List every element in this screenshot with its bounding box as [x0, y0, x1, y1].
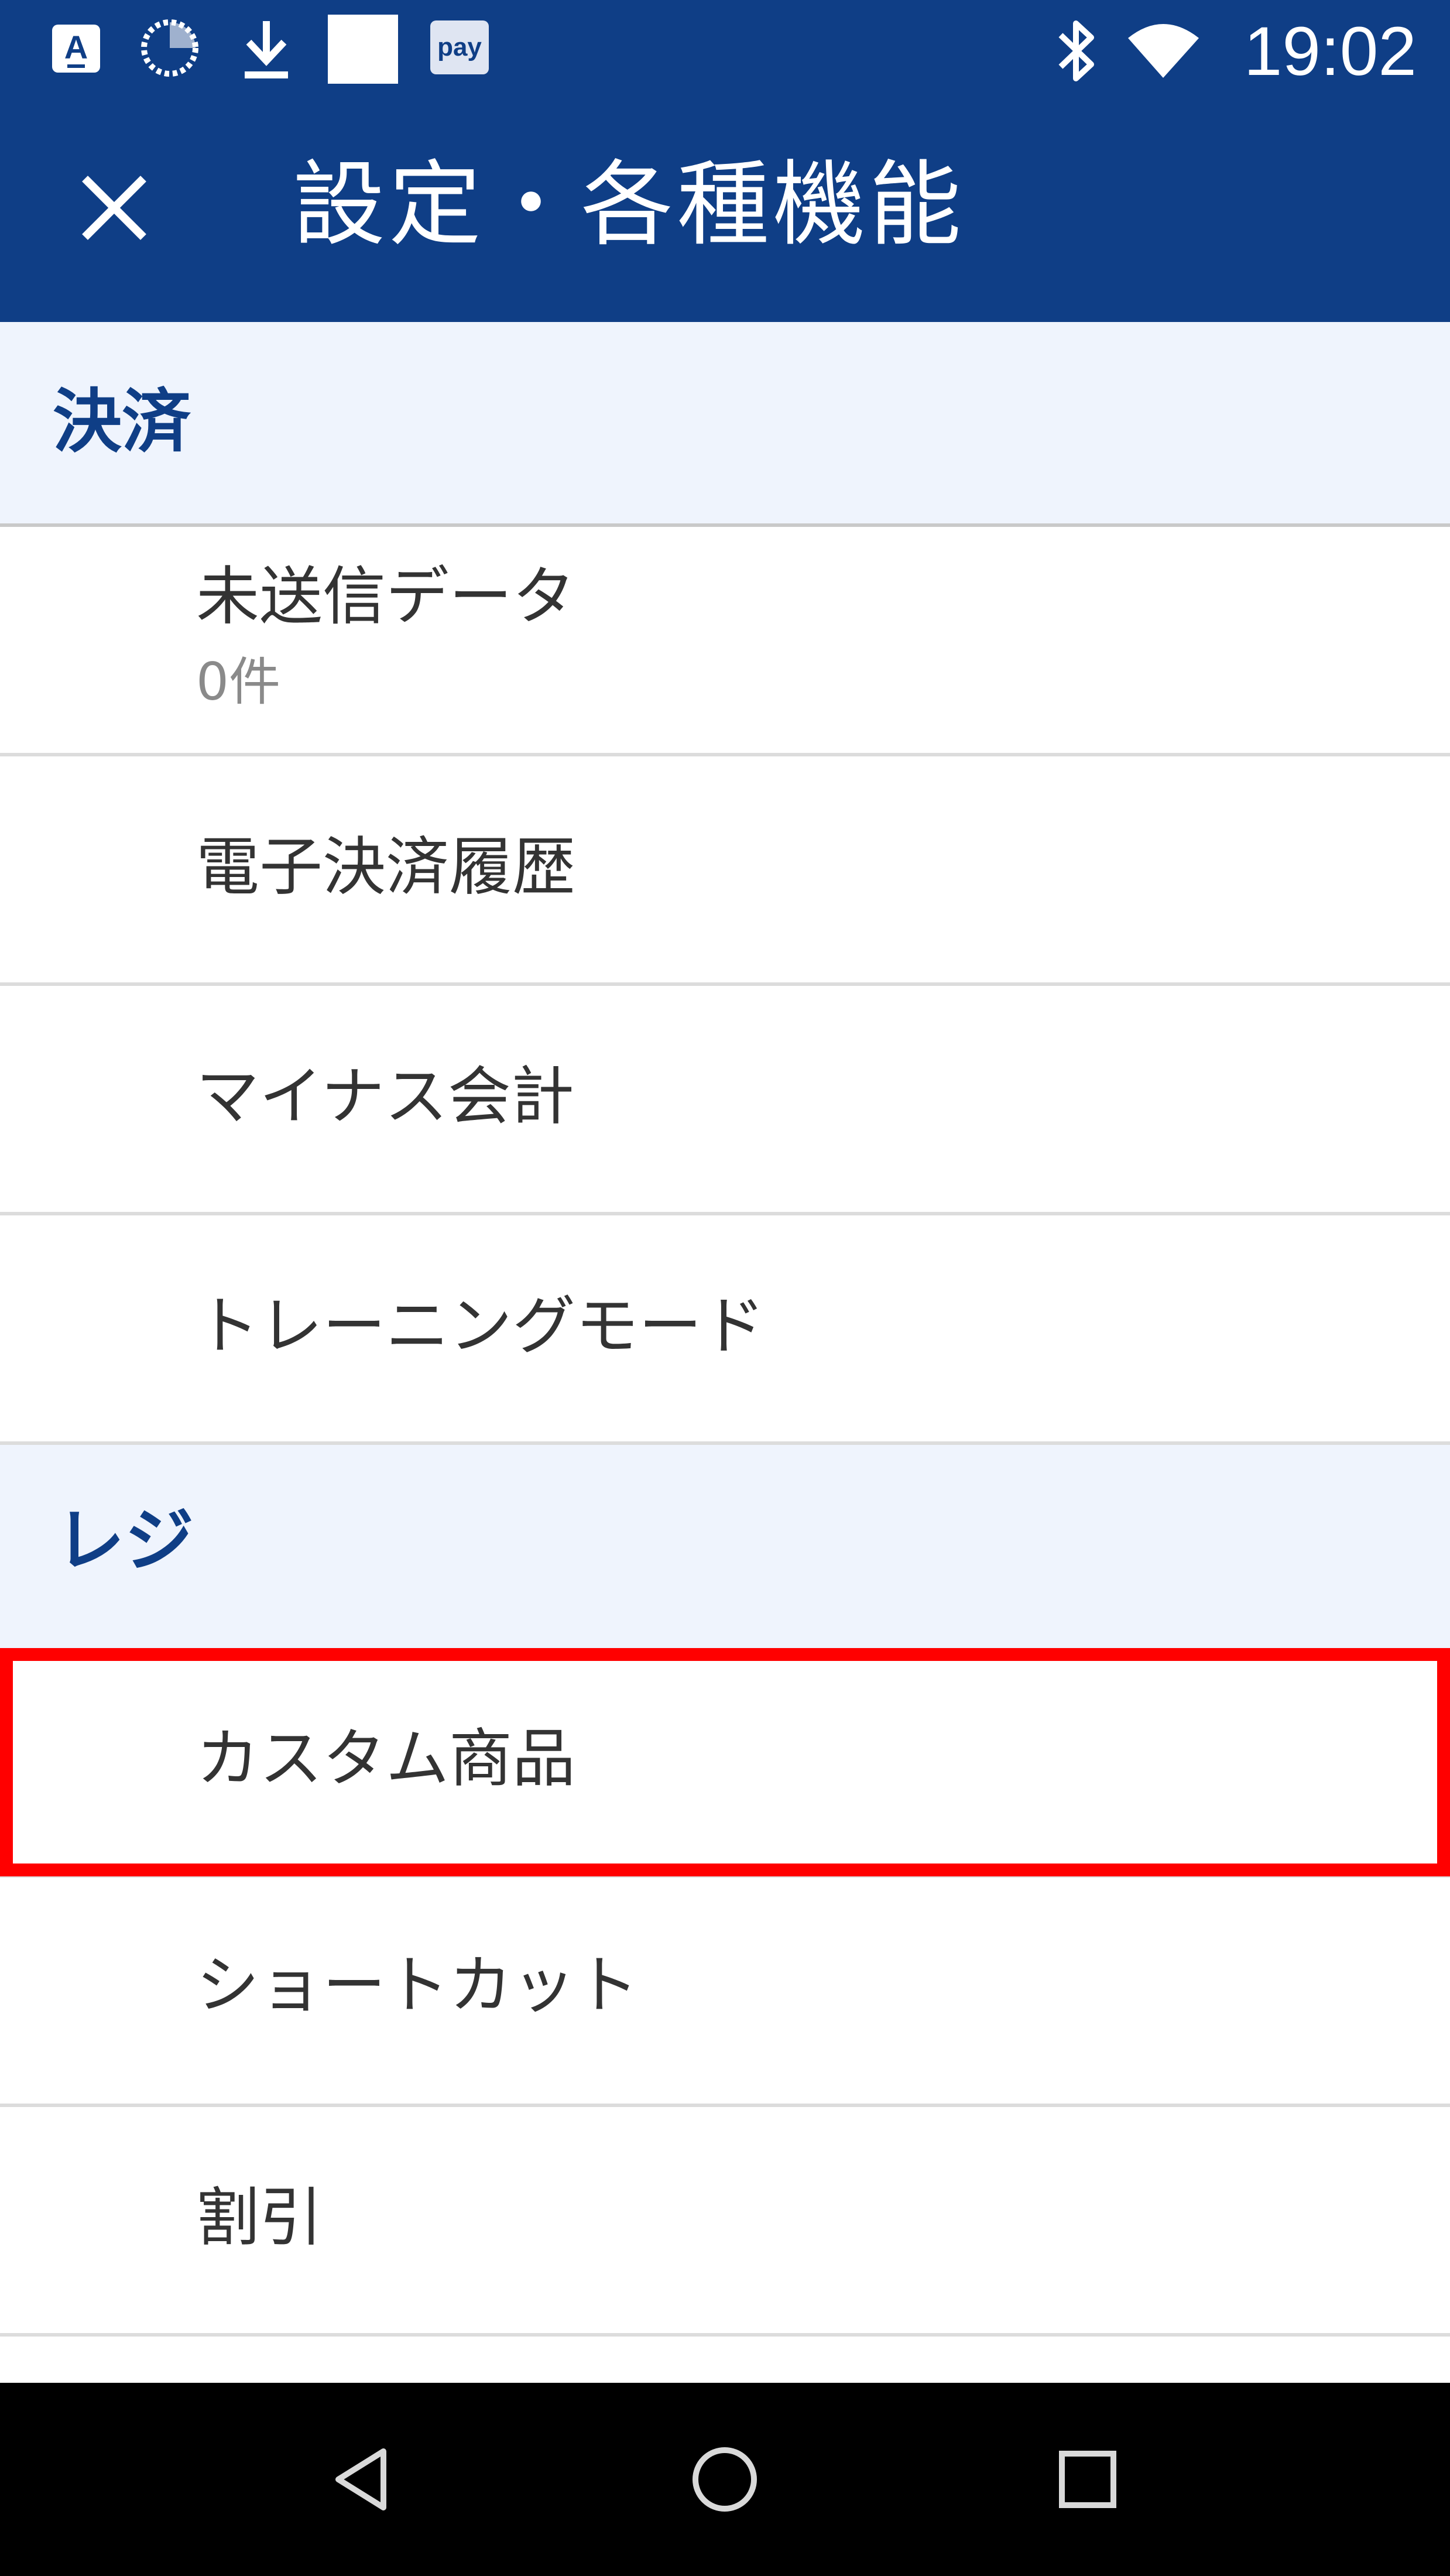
list-item-e-payment-history[interactable]: 電子決済履歴 — [0, 756, 1450, 986]
svg-text:A: A — [64, 29, 88, 66]
pay-icon-label: pay — [437, 33, 482, 61]
list-item-label: 割引 — [196, 2181, 323, 2255]
sync-icon — [141, 19, 198, 77]
settings-screen: A pay 19:02 設定・各種機能 決済 未送信データ 0件 電子決済履歴 … — [0, 0, 1450, 2576]
page-title: 設定・各種機能 — [293, 151, 965, 259]
list-item-label: 電子決済履歴 — [196, 831, 576, 904]
list-item-sublabel: 0件 — [196, 652, 280, 712]
close-icon[interactable] — [64, 158, 164, 258]
pay-icon: pay — [430, 20, 489, 74]
list-item-label: 未送信データ — [196, 560, 576, 633]
navigation-bar — [0, 2383, 1450, 2576]
list-item-label: トレーニングモード — [196, 1290, 766, 1363]
app-bar: 設定・各種機能 — [0, 102, 1450, 322]
blank-notification-icon — [328, 15, 398, 84]
home-icon[interactable] — [684, 2438, 766, 2520]
section-title: 決済 — [53, 381, 191, 462]
keyboard-a-icon: A — [52, 25, 100, 73]
list-item-discount[interactable]: 割引 — [0, 2107, 1450, 2337]
back-icon[interactable] — [322, 2438, 404, 2520]
download-icon — [245, 21, 288, 78]
list-item-training-mode[interactable]: トレーニングモード — [0, 1215, 1450, 1445]
list-item-label: カスタム商品 — [196, 1722, 576, 1796]
list-item-custom-product[interactable]: カスタム商品 — [0, 1648, 1450, 1878]
status-time: 19:02 — [1243, 13, 1417, 90]
section-header-payment: 決済 — [0, 322, 1450, 527]
list-item-label: ショートカット — [196, 1949, 639, 2022]
bluetooth-icon — [1058, 20, 1094, 81]
list-item-shortcut[interactable]: ショートカット — [0, 1878, 1450, 2107]
status-bar: A pay 19:02 — [0, 0, 1450, 102]
recents-icon[interactable] — [1047, 2438, 1129, 2520]
section-header-register: レジ — [0, 1445, 1450, 1648]
list-item-unsent-data[interactable]: 未送信データ 0件 — [0, 527, 1450, 756]
wifi-icon — [1128, 24, 1199, 78]
list-item-label: マイナス会計 — [196, 1060, 574, 1133]
list-item-minus-checkout[interactable]: マイナス会計 — [0, 986, 1450, 1215]
section-title: レジ — [56, 1500, 194, 1581]
